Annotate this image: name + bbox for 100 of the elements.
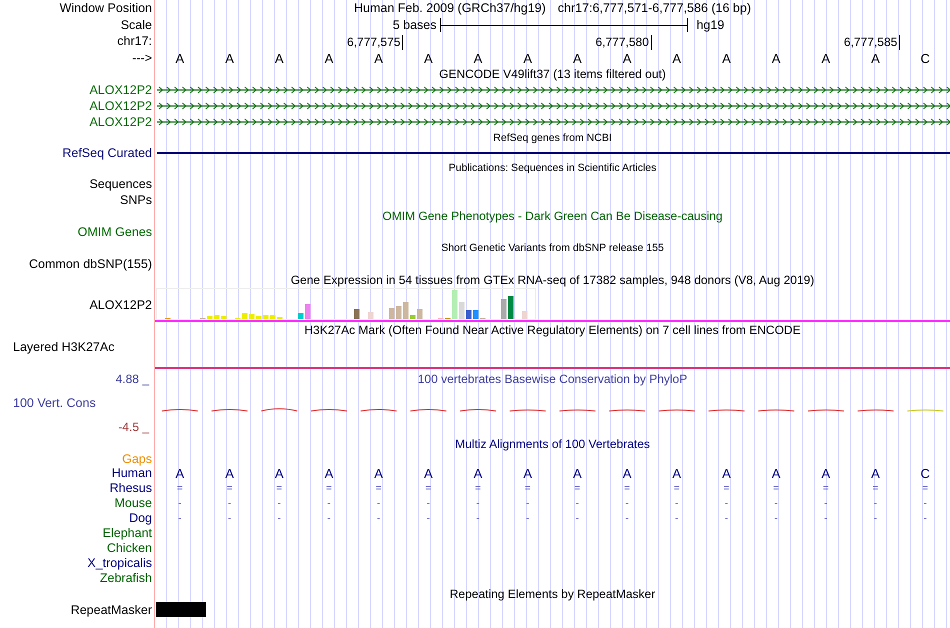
sequence-base: A: [474, 52, 482, 64]
alignment-base: -: [724, 514, 728, 524]
alignment-base: A: [672, 467, 682, 480]
alignment-base: A: [622, 467, 632, 480]
alignment-base: =: [773, 484, 780, 494]
track-label[interactable]: ALOX12P2: [89, 100, 152, 112]
alignment-base: -: [874, 498, 878, 508]
alignment-base: -: [724, 498, 728, 508]
sequence-base: A: [523, 52, 532, 64]
track-label[interactable]: Window Position: [60, 2, 152, 15]
track-title: GENCODE V49lift37 (13 items filtered out): [439, 68, 666, 80]
track-label[interactable]: Scale: [120, 18, 152, 32]
alignment-base: A: [424, 467, 433, 480]
alignment-base: -: [228, 498, 232, 508]
sequence-base: A: [424, 52, 433, 64]
sequence-base: C: [920, 52, 930, 64]
alignment-base: =: [574, 484, 580, 494]
alignment-base: =: [872, 484, 878, 494]
coordinate-tick-label: 6,777,580: [595, 35, 652, 50]
axis-min-label: -4.5 _: [118, 421, 150, 433]
sequence-base: A: [573, 52, 582, 64]
alignment-base: -: [426, 498, 430, 508]
alignment-base: =: [475, 484, 481, 494]
track-label[interactable]: chr17:: [117, 35, 152, 48]
alignment-base: A: [176, 467, 184, 480]
alignment-base: =: [326, 484, 332, 494]
alignment-base: -: [675, 514, 678, 524]
track-label[interactable]: RefSeq Curated: [62, 146, 152, 160]
species-label[interactable]: Rhesus: [110, 482, 152, 495]
species-label[interactable]: Dog: [129, 512, 152, 525]
track-label[interactable]: ALOX12P2: [89, 84, 152, 96]
position-text: chr17:6,777,571-6,777,586 (16 bp): [558, 2, 751, 15]
alignment-base: =: [674, 484, 680, 494]
alignment-base: -: [278, 498, 281, 508]
species-label[interactable]: Elephant: [102, 527, 152, 540]
alignment-base: A: [374, 467, 383, 480]
alignment-base: -: [228, 514, 232, 524]
alignment-base: -: [625, 514, 629, 524]
assembly-label: hg19: [696, 18, 724, 32]
alignment-base: -: [824, 498, 828, 508]
alignment-base: -: [278, 514, 281, 524]
alignment-base: -: [426, 514, 430, 524]
species-label[interactable]: Zebrafish: [100, 572, 152, 585]
track-label[interactable]: RepeatMasker: [70, 604, 152, 616]
alignment-base: -: [625, 498, 629, 508]
alignment-base: =: [723, 484, 730, 494]
axis-max-label: 4.88 _: [116, 373, 150, 385]
track-label[interactable]: 100 Vert. Cons: [0, 396, 152, 410]
alignment-base: A: [573, 467, 582, 480]
alignment-base: -: [774, 498, 778, 508]
track-label[interactable]: --->: [132, 52, 152, 64]
sequence-base: A: [176, 52, 184, 64]
alignment-base: =: [276, 484, 282, 494]
species-label[interactable]: Mouse: [114, 497, 152, 510]
track-title: Short Genetic Variants from dbSNP release 155: [441, 242, 664, 254]
sequence-base: A: [374, 52, 383, 64]
track-label[interactable]: Layered H3K27Ac: [13, 341, 114, 354]
sequence-base: A: [871, 52, 880, 64]
alignment-base: A: [871, 467, 880, 480]
sequence-base: A: [672, 52, 682, 64]
alignment-base: -: [526, 514, 530, 524]
track-title: H3K27Ac Mark (Often Found Near Active Regulatory Elements) on 7 cell lines from ENCODE: [304, 324, 801, 336]
alignment-base: -: [376, 514, 380, 524]
alignment-base: =: [822, 484, 829, 494]
species-label[interactable]: Human: [112, 467, 152, 480]
alignment-base: -: [576, 514, 580, 524]
track-title: Multiz Alignments of 100 Vertebrates: [455, 438, 650, 450]
track-label[interactable]: OMIM Genes: [78, 226, 152, 238]
alignment-base: =: [176, 484, 183, 494]
coordinate-tick-label: 6,777,585: [844, 35, 900, 50]
species-label[interactable]: Chicken: [106, 542, 152, 555]
alignment-base: =: [524, 484, 531, 494]
alignment-base: -: [923, 498, 927, 508]
alignment-base: A: [772, 467, 780, 480]
alignment-base: -: [178, 498, 182, 508]
track-label[interactable]: SNPs: [120, 194, 152, 206]
alignment-base: -: [476, 514, 480, 524]
alignment-base: A: [821, 467, 830, 480]
sequence-base: A: [274, 52, 284, 64]
alignment-base: A: [225, 467, 234, 480]
alignment-base: =: [226, 484, 232, 494]
alignment-base: -: [178, 514, 182, 524]
alignment-base: -: [376, 498, 380, 508]
alignment-base: C: [920, 467, 930, 480]
alignment-base: -: [327, 514, 331, 524]
track-title: Publications: Sequences in Scientific Articles: [448, 162, 656, 174]
track-title: Gene Expression in 54 tissues from GTEx RNA-seq of 17382 samples, 948 donors (V8, Aug 2019): [290, 274, 814, 286]
track-title: RefSeq genes from NCBI: [493, 132, 612, 144]
coordinate-tick-label: 6,777,575: [347, 35, 404, 50]
sequence-base: A: [225, 52, 234, 64]
track-label[interactable]: ALOX12P2: [89, 298, 152, 312]
sequence-base: A: [622, 52, 632, 64]
species-label[interactable]: X_tropicalis: [87, 557, 152, 570]
track-label[interactable]: ALOX12P2: [89, 116, 152, 128]
track-label[interactable]: Common dbSNP(155): [29, 258, 152, 270]
track-label[interactable]: Sequences: [89, 178, 152, 190]
alignment-base: -: [923, 514, 927, 524]
assembly-text: Human Feb. 2009 (GRCh37/hg19): [354, 2, 546, 15]
alignment-base: A: [722, 467, 731, 480]
track-title: Repeating Elements by RepeatMasker: [450, 588, 656, 600]
